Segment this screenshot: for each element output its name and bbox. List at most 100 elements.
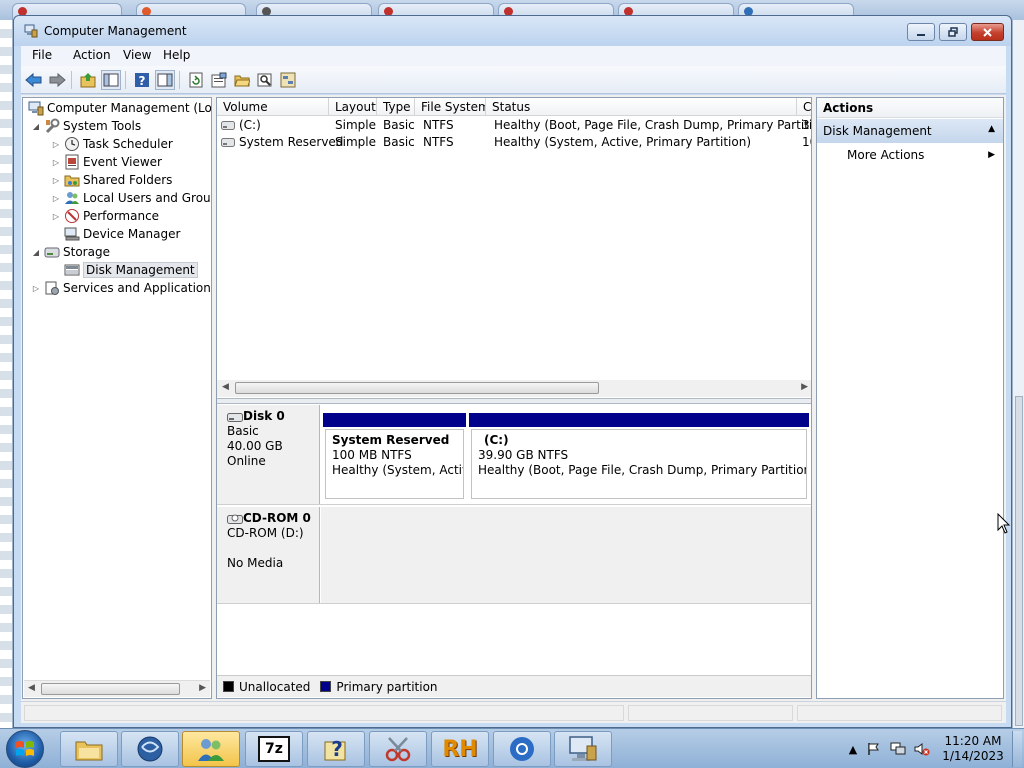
taskbar-snipping-tool[interactable]	[369, 731, 427, 767]
collapsed-triangle-icon[interactable]: ▷	[50, 140, 62, 149]
tree-item-label: Shared Folders	[83, 173, 173, 187]
column-header-status[interactable]: Status	[486, 98, 797, 116]
open-button[interactable]	[232, 70, 252, 90]
maximize-button[interactable]	[939, 23, 967, 41]
column-header-type[interactable]: Type	[377, 98, 415, 116]
tree-item-event-viewer[interactable]: ▷ Event Viewer	[50, 153, 162, 171]
properties-button[interactable]	[209, 70, 229, 90]
taskbar-browser[interactable]	[493, 731, 551, 767]
computer-management-icon	[24, 24, 38, 38]
collapsed-triangle-icon[interactable]: ▷	[30, 284, 42, 293]
network-status-icon[interactable]	[890, 741, 906, 757]
system-clock[interactable]: 11:20 AM 1/14/2023	[940, 734, 1006, 764]
expanded-triangle-icon[interactable]: ◢	[30, 122, 42, 131]
taskbar-file-explorer[interactable]	[60, 731, 118, 767]
disk-0-label[interactable]: Disk 0 Basic 40.00 GB Online	[217, 405, 320, 504]
taskbar-computer-management[interactable]	[554, 731, 612, 767]
tree-item-disk-management[interactable]: Disk Management	[62, 261, 198, 279]
forward-arrow-icon	[49, 72, 66, 88]
volume-list-horizontal-scrollbar[interactable]: ◀ ▶	[217, 380, 811, 397]
tree-item-storage[interactable]: ◢ Storage	[30, 243, 110, 261]
column-header-volume[interactable]: Volume	[217, 98, 329, 116]
partition-system-reserved[interactable]: System Reserved 100 MB NTFS Healthy (Sys…	[323, 413, 466, 501]
menu-file[interactable]: File	[32, 48, 52, 62]
tree-item-device-manager[interactable]: Device Manager	[62, 225, 180, 243]
start-button[interactable]	[6, 730, 44, 768]
settings-icon	[280, 72, 296, 88]
column-header-layout[interactable]: Layout	[329, 98, 377, 116]
taskbar-network-app[interactable]	[121, 731, 179, 767]
menu-view[interactable]: View	[123, 48, 151, 62]
scrollbar-thumb[interactable]	[235, 382, 599, 394]
table-row[interactable]: System Reserved Simple Basic NTFS Health…	[217, 134, 811, 151]
action-more-actions[interactable]: More Actions	[847, 148, 924, 162]
scroll-left-arrow-icon[interactable]: ◀	[28, 683, 35, 693]
tree-item-performance[interactable]: ▷ Performance	[50, 207, 159, 225]
menu-help[interactable]: Help	[163, 48, 190, 62]
taskbar-users-app[interactable]	[182, 731, 240, 767]
partition-c-drive[interactable]: (C:) 39.90 GB NTFS Healthy (Boot, Page F…	[469, 413, 809, 501]
tree-item-label: Computer Management (Local	[47, 101, 212, 115]
table-row[interactable]: (C:) Simple Basic NTFS Healthy (Boot, Pa…	[217, 117, 811, 134]
show-hide-tree-button[interactable]	[101, 70, 121, 90]
status-segment	[24, 705, 624, 721]
partition-name: (C:)	[484, 433, 509, 447]
collapse-triangle-icon[interactable]: ▲	[988, 124, 995, 134]
background-scrollbar[interactable]	[1012, 20, 1024, 728]
collapsed-triangle-icon[interactable]: ▷	[50, 194, 62, 203]
taskbar-7zip[interactable]: 7z	[245, 731, 303, 767]
back-arrow-icon	[25, 72, 42, 88]
close-button[interactable]	[971, 23, 1004, 41]
minimize-button[interactable]	[907, 23, 935, 41]
collapsed-triangle-icon[interactable]: ▷	[50, 158, 62, 167]
actions-title: Actions	[817, 98, 1003, 118]
forward-button[interactable]	[47, 70, 67, 90]
scroll-right-arrow-icon[interactable]: ▶	[199, 683, 206, 693]
tree-item-computer-management[interactable]: Computer Management (Local	[26, 99, 212, 117]
pane-splitter[interactable]	[217, 398, 811, 404]
storage-icon	[44, 244, 60, 260]
submenu-arrow-icon[interactable]: ▶	[988, 150, 995, 160]
scroll-right-arrow-icon[interactable]: ▶	[801, 382, 808, 392]
tree-item-services-and-applications[interactable]: ▷ Services and Applications	[30, 279, 211, 297]
tree-item-system-tools[interactable]: ◢ System Tools	[30, 117, 141, 135]
tree-horizontal-scrollbar[interactable]: ◀ ▶	[24, 680, 210, 697]
title-bar[interactable]: Computer Management	[14, 16, 1011, 46]
show-hidden-icons-icon[interactable]: ▲	[845, 741, 861, 757]
tree-item-local-users-and-groups[interactable]: ▷ Local Users and Groups	[50, 189, 211, 207]
scroll-left-arrow-icon[interactable]: ◀	[222, 382, 229, 392]
show-hide-action-pane-button[interactable]	[155, 70, 175, 90]
expanded-triangle-icon[interactable]: ◢	[30, 248, 42, 257]
tree-item-shared-folders[interactable]: ▷ Shared Folders	[50, 171, 172, 189]
menu-action[interactable]: Action	[73, 48, 111, 62]
taskbar-rh-app[interactable]: RH	[431, 731, 489, 767]
volume-muted-icon[interactable]	[914, 741, 930, 757]
action-center-flag-icon[interactable]	[866, 741, 882, 757]
cdrom-empty-area[interactable]	[321, 507, 811, 603]
column-header-capacity[interactable]: C	[797, 98, 811, 116]
volume-drive-icon	[221, 121, 235, 130]
disk-type: CD-ROM (D:)	[227, 526, 304, 540]
tree-item-task-scheduler[interactable]: ▷ Task Scheduler	[50, 135, 173, 153]
refresh-button[interactable]	[186, 70, 206, 90]
toolbar: ?	[21, 66, 1006, 94]
show-desktop-button[interactable]	[1012, 731, 1022, 767]
partition-size: 100 MB NTFS	[332, 448, 412, 462]
collapsed-triangle-icon[interactable]: ▷	[50, 176, 62, 185]
find-button[interactable]	[255, 70, 275, 90]
cdrom-0-label[interactable]: CD-ROM 0 CD-ROM (D:) No Media	[217, 507, 320, 603]
taskbar-help-app[interactable]: ?	[307, 731, 365, 767]
column-header-file-system[interactable]: File System	[415, 98, 486, 116]
help-button[interactable]: ?	[132, 70, 152, 90]
scrollbar-thumb[interactable]	[1015, 396, 1023, 726]
settings-button[interactable]	[278, 70, 298, 90]
up-one-level-button[interactable]	[78, 70, 98, 90]
cell-type: Basic	[383, 135, 415, 149]
scrollbar-thumb[interactable]	[41, 683, 180, 695]
cell-type: Basic	[383, 118, 415, 132]
up-folder-icon	[80, 73, 96, 88]
collapsed-triangle-icon[interactable]: ▷	[50, 212, 62, 221]
back-button[interactable]	[24, 70, 44, 90]
actions-section-disk-management[interactable]: Disk Management ▲	[817, 119, 1003, 143]
browser-icon	[510, 737, 534, 761]
